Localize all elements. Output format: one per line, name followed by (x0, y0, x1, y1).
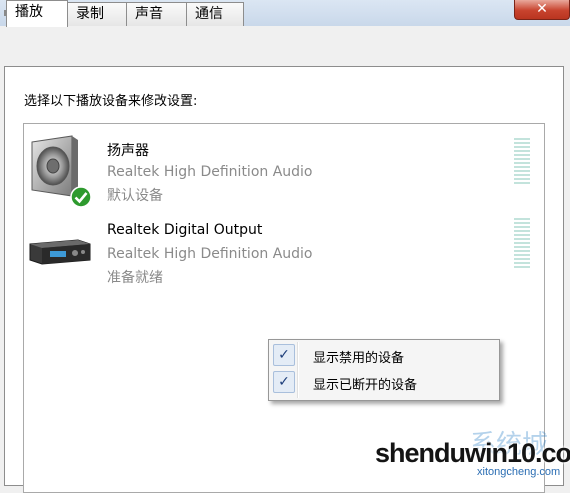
checkmark-icon: ✓ (273, 371, 295, 393)
device-name: Realtek Digital Output (107, 222, 263, 238)
device-status: 准备就绪 (107, 270, 163, 286)
device-description: Realtek High Definition Audio (107, 246, 313, 262)
device-item-digital-output[interactable]: Realtek Digital Output Realtek High Defi… (24, 210, 544, 288)
tab-communications[interactable]: 通信 (186, 2, 244, 26)
default-check-icon (70, 186, 92, 212)
digital-output-icon (28, 216, 94, 282)
instruction-text: 选择以下播放设备来修改设置: (24, 94, 198, 109)
menu-item-label: 显示已断开的设备 (313, 378, 418, 393)
tab-label: 播放 (15, 4, 43, 20)
volume-meter (514, 218, 530, 270)
tab-label: 声音 (135, 6, 163, 22)
checkmark-icon: ✓ (273, 344, 295, 366)
tab-playback[interactable]: 播放 (6, 0, 68, 27)
watermark: 系统城 shenduwin10.com xitongcheng.com (375, 428, 570, 480)
device-item-speakers[interactable]: 扬声器 Realtek High Definition Audio 默认设备 (24, 128, 544, 208)
tab-sounds[interactable]: 声音 (126, 2, 187, 26)
watermark-sub-text: xitongcheng.com (477, 466, 561, 478)
device-status: 默认设备 (107, 188, 163, 204)
device-description: Realtek High Definition Audio (107, 164, 313, 180)
tab-recording[interactable]: 录制 (67, 2, 127, 26)
close-button[interactable]: ✕ (514, 0, 570, 20)
menu-item-show-disconnected[interactable]: ✓ 显示已断开的设备 (271, 370, 497, 395)
device-name: 扬声器 (107, 143, 149, 159)
watermark-main-text: shenduwin10.com (375, 438, 570, 468)
context-menu: ✓ 显示禁用的设备 ✓ 显示已断开的设备 (268, 339, 500, 401)
tab-label: 录制 (76, 6, 104, 22)
tab-label: 通信 (195, 6, 223, 22)
volume-meter (514, 138, 530, 186)
menu-item-label: 显示禁用的设备 (313, 351, 405, 366)
close-icon: ✕ (536, 1, 548, 17)
menu-item-show-disabled[interactable]: ✓ 显示禁用的设备 (271, 343, 497, 368)
